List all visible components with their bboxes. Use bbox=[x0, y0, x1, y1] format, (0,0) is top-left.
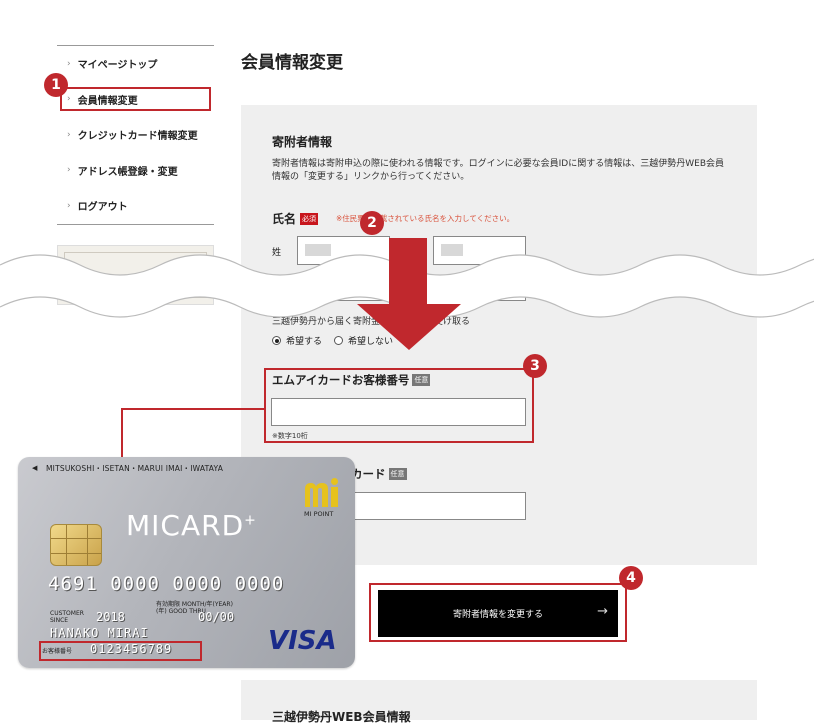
customer-since-label: CUSTOMER SINCE bbox=[50, 610, 84, 624]
card-brands: MITSUKOSHI・ISETAN・MARUI IMAI・IWATAYA bbox=[46, 464, 224, 473]
connector-line bbox=[121, 408, 264, 410]
sidebar-item-label: マイページトップ bbox=[77, 60, 158, 72]
chevron-right-icon: › bbox=[67, 165, 71, 176]
card-chip bbox=[50, 524, 102, 566]
radio-yes-label: 希望する bbox=[286, 337, 323, 347]
highlight-submit bbox=[369, 583, 627, 642]
section-description: 寄附者情報は寄附申込の際に使われる情報です。ログインに必要な会員IDに関する情報… bbox=[272, 159, 724, 182]
since-year: 2018 bbox=[96, 610, 125, 624]
card-name: MICARD+ bbox=[126, 509, 257, 542]
chevron-right-icon: › bbox=[67, 200, 71, 211]
highlight-member-info bbox=[60, 87, 211, 111]
page-title: 会員情報変更 bbox=[241, 53, 343, 73]
highlight-mi-card-field bbox=[264, 368, 534, 443]
card-holder: HANAKO MIRAI bbox=[50, 626, 149, 640]
card-number: 4691 0000 0000 0000 bbox=[48, 573, 285, 595]
chevron-right-icon: › bbox=[67, 129, 71, 140]
step-badge-1: 1 bbox=[44, 73, 68, 97]
radio-yes[interactable] bbox=[272, 336, 281, 345]
mi-credit-card-image: ◀ MITSUKOSHI・ISETAN・MARUI IMAI・IWATAYA M… bbox=[18, 457, 355, 668]
radio-no[interactable] bbox=[334, 336, 344, 345]
step-badge-4: 4 bbox=[619, 566, 643, 590]
sidebar-item-label: アドレス帳登録・変更 bbox=[77, 166, 178, 178]
bottom-section-title: 三越伊勢丹WEB会員情報 bbox=[272, 710, 411, 724]
sidebar-item-address-book[interactable]: › アドレス帳登録・変更 bbox=[57, 153, 214, 189]
chevron-right-icon: › bbox=[67, 58, 71, 69]
sidebar-item-label: ログアウト bbox=[77, 202, 128, 214]
visa-logo: VISA bbox=[268, 626, 337, 656]
web-member-panel: 三越伊勢丹WEB会員情報 bbox=[241, 680, 757, 724]
valid-thru-value: 00/00 bbox=[198, 610, 235, 624]
section-title: 寄附者情報 bbox=[272, 135, 333, 149]
mi-logo-icon bbox=[305, 478, 338, 507]
name-field-label: 氏名 必須 bbox=[272, 212, 319, 226]
sidebar-item-credit-card[interactable]: › クレジットカード情報変更 bbox=[57, 117, 214, 153]
card-field-label: カード 任意 bbox=[351, 467, 407, 481]
sidebar-item-mypage-top[interactable]: › マイページトップ bbox=[57, 46, 214, 82]
step-badge-3: 3 bbox=[523, 354, 547, 378]
card-field-input[interactable] bbox=[350, 492, 526, 520]
step-badge-2: 2 bbox=[360, 211, 384, 235]
optional-badge: 任意 bbox=[388, 468, 407, 480]
required-badge: 必須 bbox=[300, 213, 319, 225]
down-arrow-icon bbox=[357, 238, 461, 350]
highlight-customer-number bbox=[39, 641, 202, 661]
sidebar-item-logout[interactable]: › ログアウト bbox=[57, 188, 214, 224]
mi-point-label: MI POINT bbox=[304, 510, 334, 518]
sidebar-nav: › マイページトップ › 会員情報変更 › クレジットカード情報変更 › アドレス帳登録… bbox=[57, 45, 214, 225]
triangle-icon: ◀ bbox=[32, 464, 38, 472]
sidebar-item-label: クレジットカード情報変更 bbox=[77, 131, 198, 143]
